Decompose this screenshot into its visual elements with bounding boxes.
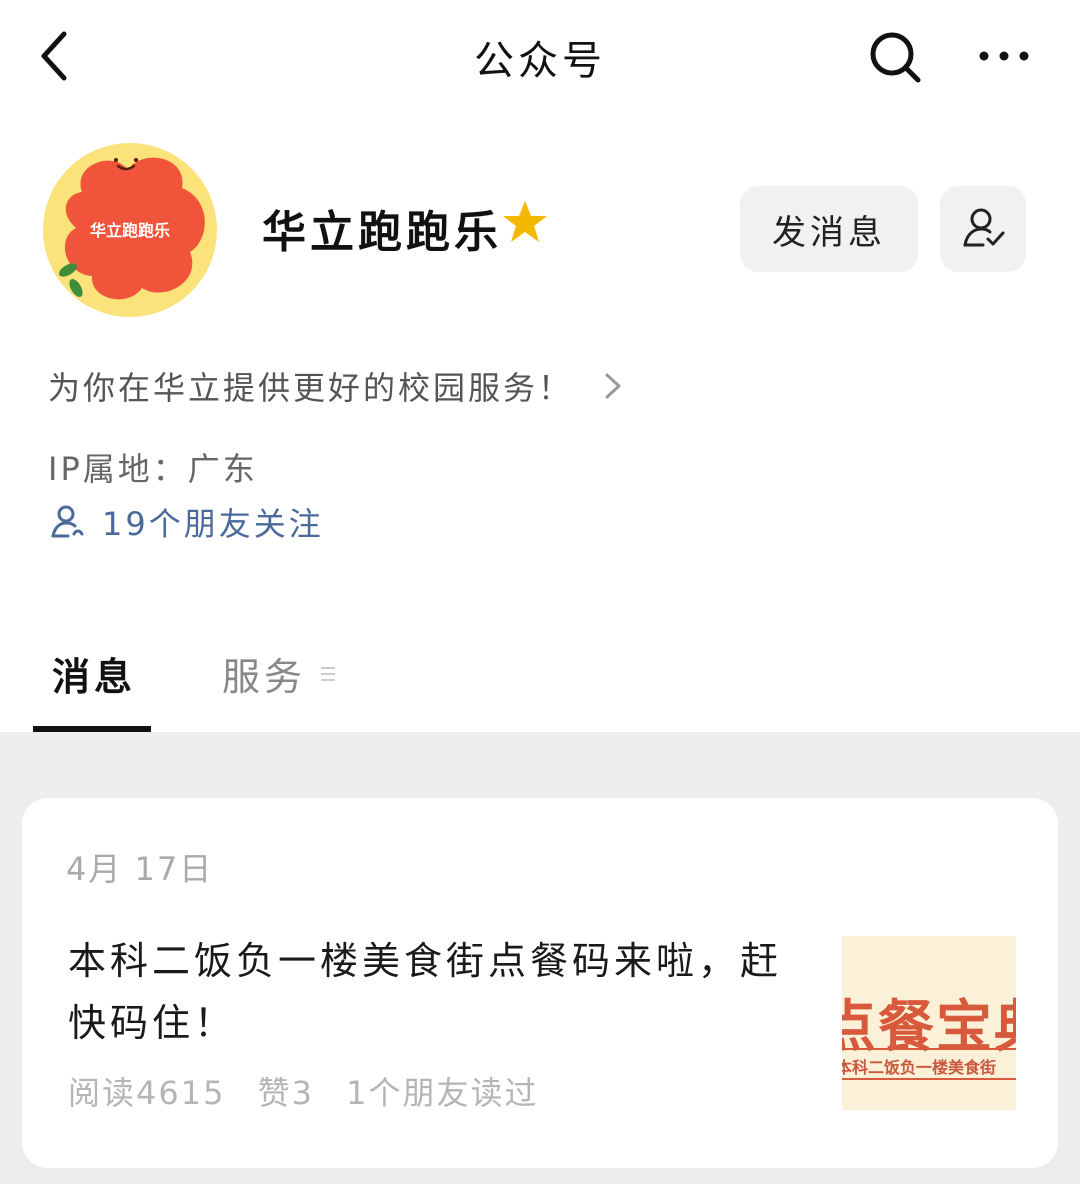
tab-messages[interactable]: 消息 bbox=[52, 646, 136, 701]
search-icon bbox=[870, 32, 921, 83]
thumbnail-divider bbox=[842, 1078, 1016, 1080]
article-title[interactable]: 本科二饭负一楼美食街点餐码来啦，赶快码住！ bbox=[68, 930, 798, 1054]
tab-bar: 消息 服务 bbox=[0, 620, 1080, 732]
read-count: 阅读4615 bbox=[68, 1074, 226, 1112]
friends-following-text: 19个朋友关注 bbox=[102, 505, 324, 543]
article-card[interactable]: 4月 17日 本科二饭负一楼美食街点餐码来啦，赶快码住！ 阅读4615 赞3 1… bbox=[22, 798, 1058, 1168]
friends-following-row[interactable]: 19个朋友关注 bbox=[48, 500, 324, 544]
menu-icon bbox=[321, 666, 336, 681]
thumbnail-headline: 点餐宝典 bbox=[842, 995, 1016, 1060]
top-nav-bar: 公众号 bbox=[0, 0, 1080, 110]
avatar-text: 华立跑跑乐 bbox=[90, 221, 170, 240]
account-profile-page: 公众号 华立跑跑乐 华立跑跑乐 发消息 为你在华立提供更好的校园服务！ IP属地… bbox=[0, 0, 1080, 1184]
article-date: 4月 17日 bbox=[66, 850, 214, 888]
article-stats: 阅读4615 赞3 1个朋友读过 bbox=[68, 1068, 559, 1114]
thumbnail-divider bbox=[842, 1048, 1016, 1050]
ip-location: IP属地：广东 bbox=[48, 450, 258, 488]
tab-services[interactable]: 服务 bbox=[222, 646, 338, 701]
more-button[interactable] bbox=[972, 30, 1036, 82]
user-check-icon bbox=[963, 208, 1005, 247]
send-message-button[interactable]: 发消息 bbox=[740, 186, 918, 272]
account-bio-row[interactable]: 为你在华立提供更好的校园服务！ bbox=[48, 362, 625, 410]
more-dots-icon bbox=[979, 51, 1029, 61]
star-icon bbox=[503, 201, 547, 242]
account-avatar[interactable]: 华立跑跑乐 bbox=[42, 142, 218, 318]
tab-services-label: 服务 bbox=[222, 655, 307, 699]
thumbnail-subtitle: 本科二饭负一楼美食街 bbox=[842, 1058, 997, 1077]
chevron-right-icon bbox=[605, 373, 621, 399]
like-count: 赞3 bbox=[257, 1074, 314, 1112]
message-feed: 4月 17日 本科二饭负一楼美食街点餐码来啦，赶快码住！ 阅读4615 赞3 1… bbox=[0, 732, 1080, 1184]
friends-read: 1个朋友读过 bbox=[346, 1074, 539, 1112]
follow-status-button[interactable] bbox=[940, 186, 1026, 272]
account-name: 华立跑跑乐 bbox=[262, 207, 502, 258]
user-icon bbox=[51, 505, 84, 538]
search-button[interactable] bbox=[862, 24, 928, 90]
account-bio: 为你在华立提供更好的校园服务！ bbox=[48, 369, 574, 407]
article-thumbnail[interactable]: 点餐宝典 本科二饭负一楼美食街 bbox=[842, 936, 1016, 1110]
